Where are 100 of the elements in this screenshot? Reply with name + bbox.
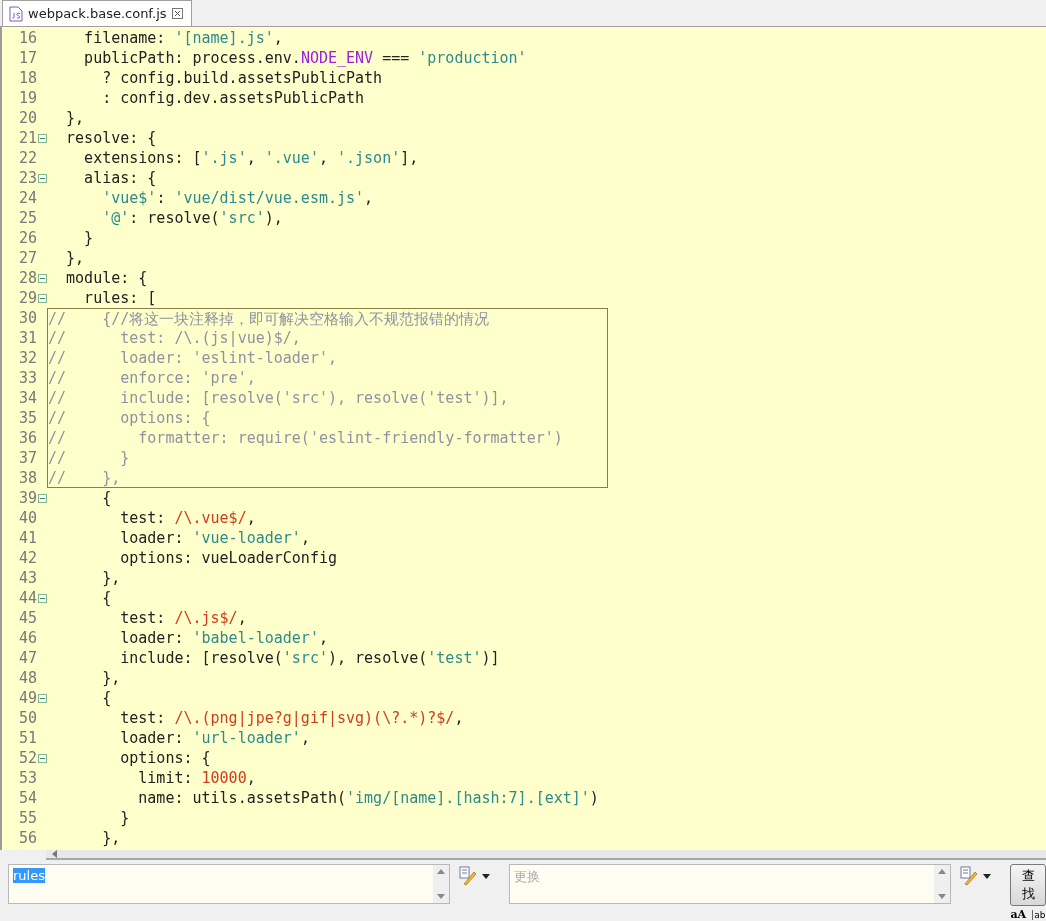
code-line: : config.dev.assetsPublicPath — [101, 88, 365, 108]
js-file-icon — [9, 5, 23, 22]
collapse-icon[interactable] — [38, 173, 47, 183]
collapse-icon[interactable] — [38, 693, 47, 703]
line-number: 18 — [17, 69, 37, 87]
line-number: 19 — [17, 89, 37, 107]
replace-field[interactable]: 更换 — [509, 864, 952, 904]
scroll-up-icon[interactable] — [938, 869, 947, 874]
find-button[interactable]: 查找 — [1010, 864, 1046, 906]
line-number: 16 — [17, 29, 37, 47]
line-number: 40 — [17, 509, 37, 527]
line-number: 55 — [17, 809, 37, 827]
collapse-icon[interactable] — [38, 133, 47, 143]
code-line: ? config.build.assetsPublicPath — [101, 68, 383, 88]
code-line: module: { — [65, 268, 148, 288]
code-line: loader: 'url-loader', — [119, 728, 310, 748]
whole-word-toggle[interactable]: ab — [1032, 909, 1046, 920]
line-number: 39 — [17, 489, 37, 507]
line-number: 42 — [17, 549, 37, 567]
line-number: 54 — [17, 789, 37, 807]
code-line: } — [83, 228, 94, 248]
code-line: }, — [101, 668, 121, 688]
line-number: 32 — [17, 349, 37, 367]
line-number: 36 — [17, 429, 37, 447]
line-number: 33 — [17, 369, 37, 387]
code-line: options: { — [119, 748, 211, 768]
code-line: alias: { — [83, 168, 157, 188]
code-line: // }, — [47, 468, 608, 488]
code-line: include: [resolve('src'), resolve('test')] — [119, 648, 500, 668]
scroll-down-icon[interactable] — [938, 894, 947, 899]
line-number: 22 — [17, 149, 37, 167]
line-number: 24 — [17, 189, 37, 207]
code-line: }, — [101, 828, 121, 848]
code-line: // enforce: 'pre', — [47, 368, 608, 388]
caret-icon[interactable] — [983, 873, 992, 879]
collapse-icon[interactable] — [38, 273, 47, 283]
line-number: 38 — [17, 469, 37, 487]
code-line: 'vue$': 'vue/dist/vue.esm.js', — [101, 188, 374, 208]
code-line: publicPath: process.env.NODE_ENV === 'production' — [83, 48, 527, 68]
line-number: 53 — [17, 769, 37, 787]
line-number: 17 — [17, 49, 37, 67]
line-number: 49 — [17, 689, 37, 707]
code-line: '@': resolve('src'), — [101, 208, 283, 228]
line-number: 56 — [17, 829, 37, 847]
line-number: 41 — [17, 529, 37, 547]
line-number: 46 — [17, 629, 37, 647]
line-number: 30 — [17, 309, 37, 327]
code-line: name: utils.assetsPath('img/[name].[hash:7].[ext]') — [137, 788, 599, 808]
line-number: 20 — [17, 109, 37, 127]
line-number: 37 — [17, 449, 37, 467]
code-line: } — [119, 808, 130, 828]
code-line: }, — [65, 248, 85, 268]
line-number: 44 — [17, 589, 37, 607]
code-line: // {//将这一块注释掉，即可解决空格输入不规范报错的情况 — [47, 308, 608, 328]
horizontal-scrollbar[interactable] — [46, 850, 1046, 860]
code-line: // loader: 'eslint-loader', — [47, 348, 608, 368]
collapse-icon[interactable] — [38, 753, 47, 763]
code-line: { — [101, 588, 112, 608]
line-number: 52 — [17, 749, 37, 767]
code-line: }, — [65, 108, 85, 128]
code-line: resolve: { — [65, 128, 157, 148]
line-number: 29 — [17, 289, 37, 307]
code-line: // include: [resolve('src'), resolve('test')], — [47, 388, 608, 408]
line-number: 43 — [17, 569, 37, 587]
line-number: 27 — [17, 249, 37, 267]
code-line: // options: { — [47, 408, 608, 428]
scroll-up-icon[interactable] — [436, 869, 445, 874]
code-line: extensions: ['.js', '.vue', '.json'], — [83, 148, 419, 168]
close-icon[interactable] — [171, 8, 183, 19]
line-number: 34 — [17, 389, 37, 407]
code-editor[interactable] — [0, 27, 1046, 850]
collapse-icon[interactable] — [38, 593, 47, 603]
code-line: // formatter: require('eslint-friendly-formatter') — [47, 428, 608, 448]
code-line: { — [101, 688, 112, 708]
line-number: 23 — [17, 169, 37, 187]
scroll-down-icon[interactable] — [436, 894, 445, 899]
collapse-icon[interactable] — [38, 293, 47, 303]
collapse-icon[interactable] — [38, 493, 47, 503]
code-line: test: /\.(png|jpe?g|gif|svg)(\?.*)?$/, — [119, 708, 464, 728]
line-number: 45 — [17, 609, 37, 627]
line-number: 35 — [17, 409, 37, 427]
code-line: test: /\.vue$/, — [119, 508, 256, 528]
code-line: test: /\.js$/, — [119, 608, 247, 628]
code-line: // test: /\.(js|vue)$/, — [47, 328, 608, 348]
code-line: // } — [47, 448, 608, 468]
line-number: 31 — [17, 329, 37, 347]
code-line: limit: 10000, — [137, 768, 256, 788]
caret-icon[interactable] — [481, 873, 490, 879]
code-line: }, — [101, 568, 121, 588]
line-number: 47 — [17, 649, 37, 667]
line-number: 25 — [17, 209, 37, 227]
match-case-toggle[interactable]: aA — [1010, 908, 1027, 921]
line-number: 50 — [17, 709, 37, 727]
code-line: loader: 'babel-loader', — [119, 628, 328, 648]
scroll-left-icon[interactable] — [52, 850, 57, 858]
line-number: 28 — [17, 269, 37, 287]
code-line: loader: 'vue-loader', — [119, 528, 310, 548]
code-line: filename: '[name].js', — [83, 28, 283, 48]
file-tab[interactable]: webpack.base.conf.js — [2, 0, 192, 26]
line-number: 51 — [17, 729, 37, 747]
